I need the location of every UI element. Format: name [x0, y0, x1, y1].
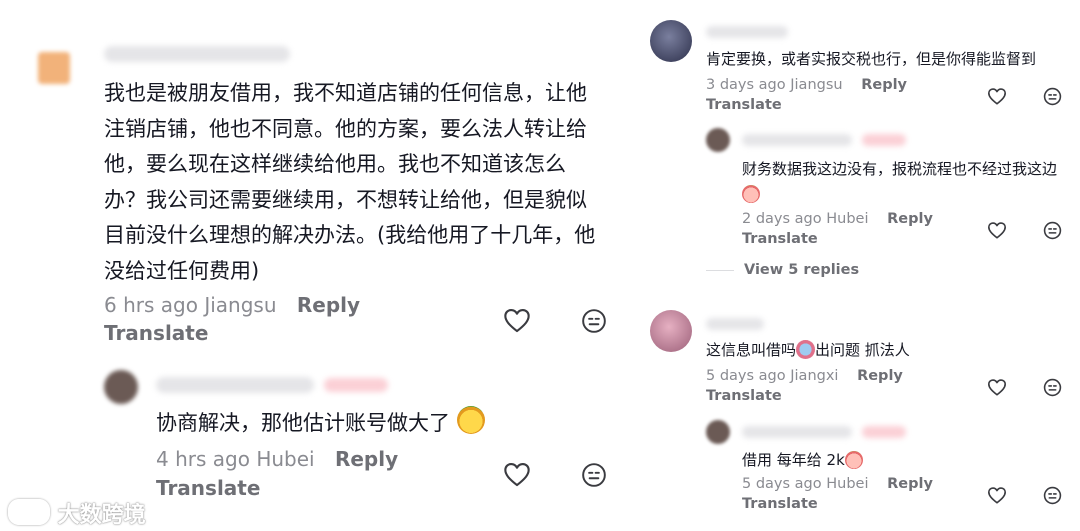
watermark-logo: 大数跨境: [8, 497, 146, 529]
commenter-username-blurred[interactable]: [104, 46, 290, 62]
commenter-avatar[interactable]: [38, 52, 70, 84]
reply-text: 协商解决，那他估计账号做大了: [156, 406, 485, 439]
reply-text-content: 财务数据我这边没有，报税流程也不经过我这边: [742, 160, 1058, 178]
heart-outline-icon[interactable]: [503, 461, 531, 487]
neutral-face-icon[interactable]: [581, 308, 607, 334]
translate-button[interactable]: Translate: [706, 97, 782, 113]
reply-button[interactable]: Reply: [857, 368, 903, 384]
replier-avatar[interactable]: [706, 128, 730, 152]
reply-button[interactable]: Reply: [297, 293, 360, 317]
emoji-sticker: [742, 185, 760, 203]
comment-text: 肯定要换，或者实报交税也行，但是你得能监督到: [706, 50, 1037, 68]
watermark-text: 大数跨境: [57, 503, 146, 528]
translate-button[interactable]: Translate: [742, 231, 818, 247]
translate-button[interactable]: Translate: [706, 388, 782, 404]
comment-meta: 3 days ago Jiangsu Reply: [706, 77, 907, 93]
emoji-sticker: [456, 406, 485, 434]
comment-text-part: 这信息叫借吗: [706, 341, 797, 359]
view-replies-label: View 5 replies: [744, 262, 860, 278]
reply-location: Hubei: [826, 211, 869, 227]
comment-time: 5 days ago: [706, 368, 786, 384]
emoji-sticker: [796, 340, 816, 359]
comment-meta: 5 days ago Jiangxi Reply: [706, 368, 903, 384]
watermark-icon: [8, 499, 50, 525]
reply-text-content: 协商解决，那他估计账号做大了: [156, 411, 450, 435]
comment-location: Jiangsu: [790, 77, 843, 93]
reply-button[interactable]: Reply: [887, 476, 933, 492]
replier-avatar[interactable]: [706, 420, 730, 444]
comment-meta: 6 hrs ago Jiangsu Reply: [104, 293, 360, 317]
view-replies-divider: [706, 269, 734, 271]
replier-avatar[interactable]: [104, 370, 138, 404]
comment-text-part: 出问题 抓法人: [815, 341, 910, 359]
reply-button[interactable]: Reply: [861, 77, 907, 93]
replier-username-blurred[interactable]: [156, 377, 314, 393]
author-badge-blurred: [862, 426, 906, 438]
comment-text: 我也是被朋友借用，我不知道店铺的任何信息，让他注销店铺，他也不同意。他的方案，要…: [104, 81, 596, 283]
neutral-face-icon[interactable]: [1043, 87, 1062, 106]
comment-location: Jiangsu: [204, 293, 277, 317]
neutral-face-icon[interactable]: [581, 462, 607, 488]
neutral-face-icon[interactable]: [1043, 378, 1062, 397]
replier-username-blurred[interactable]: [742, 426, 852, 438]
heart-outline-icon[interactable]: [987, 486, 1007, 504]
reply-button[interactable]: Reply: [887, 211, 933, 227]
reply-time: 5 days ago: [742, 476, 822, 492]
neutral-face-icon[interactable]: [1043, 221, 1062, 240]
reply-meta: 5 days ago Hubei Reply: [742, 476, 933, 492]
replier-username-blurred[interactable]: [742, 134, 852, 146]
reply-time: 4 hrs ago: [156, 447, 250, 471]
commenter-username-blurred[interactable]: [706, 26, 788, 38]
commenter-username-blurred[interactable]: [706, 318, 764, 330]
reply-text: 财务数据我这边没有，报税流程也不经过我这边: [742, 157, 1064, 207]
reply-text: 借用 每年给 2k: [742, 448, 863, 472]
heart-outline-icon[interactable]: [987, 378, 1007, 396]
commenter-avatar[interactable]: [650, 310, 692, 352]
author-badge-blurred: [862, 134, 906, 146]
commenter-avatar[interactable]: [650, 20, 692, 62]
view-replies-button[interactable]: View 5 replies: [706, 262, 859, 278]
translate-button[interactable]: Translate: [742, 496, 818, 512]
emoji-sticker: [844, 451, 863, 469]
reply-meta: 4 hrs ago Hubei Reply: [156, 447, 398, 471]
comment-text: 这信息叫借吗 出问题 抓法人: [706, 338, 910, 362]
heart-outline-icon[interactable]: [987, 87, 1007, 105]
comment-location: Jiangxi: [790, 368, 839, 384]
heart-outline-icon[interactable]: [987, 221, 1007, 239]
reply-meta: 2 days ago Hubei Reply: [742, 211, 933, 227]
translate-button[interactable]: Translate: [104, 321, 208, 345]
reply-text-content: 借用 每年给 2k: [742, 451, 845, 469]
comment-time: 6 hrs ago: [104, 293, 198, 317]
author-badge-blurred: [324, 378, 388, 392]
comment-time: 3 days ago: [706, 77, 786, 93]
heart-outline-icon[interactable]: [503, 307, 531, 333]
translate-button[interactable]: Translate: [156, 476, 260, 500]
reply-time: 2 days ago: [742, 211, 822, 227]
reply-location: Hubei: [826, 476, 869, 492]
reply-button[interactable]: Reply: [335, 447, 398, 471]
reply-location: Hubei: [256, 447, 315, 471]
neutral-face-icon[interactable]: [1043, 486, 1062, 505]
